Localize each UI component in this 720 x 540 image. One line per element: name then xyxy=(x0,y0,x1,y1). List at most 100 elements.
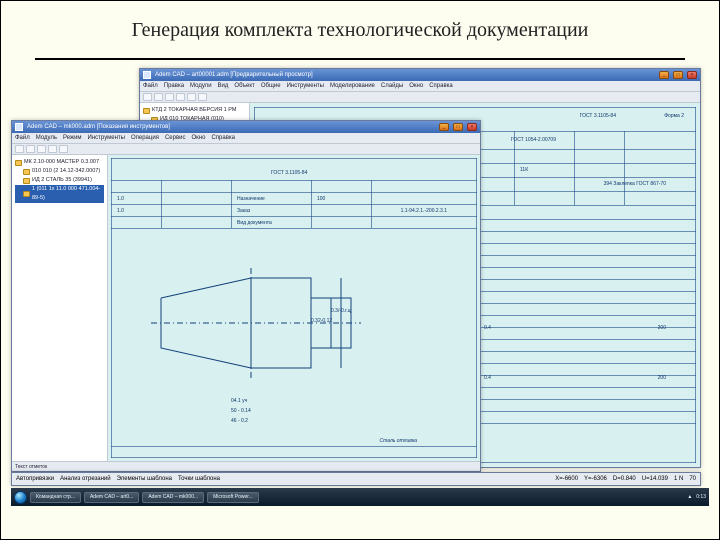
menubar[interactable]: Файл Модуль Режим Инструменты Операция С… xyxy=(12,133,480,144)
menu-item[interactable]: Окно xyxy=(409,83,423,89)
tool-button[interactable] xyxy=(26,145,35,153)
tree-node-selected[interactable]: 1 (011 1x 11.0 000 471.004-89-5) xyxy=(15,185,104,203)
cell: 1.1-94.2.1.-200.2.3.1 xyxy=(401,208,447,214)
menu-item[interactable]: Моделирование xyxy=(330,83,375,89)
cell: 11К xyxy=(520,167,528,173)
menu-item[interactable]: Справка xyxy=(429,83,453,89)
menu-item[interactable]: Файл xyxy=(143,83,158,89)
sheet-label: ГОСТ 3.1105-84 xyxy=(580,113,616,119)
tree-node[interactable]: ИД 2 СТАЛЬ 35 (39941) xyxy=(15,176,104,185)
dim: 50 - 0.14 xyxy=(231,408,251,414)
maximize-button[interactable]: □ xyxy=(453,123,463,131)
tool-button[interactable] xyxy=(15,145,24,153)
window-title: Adem CAD – mk000.adm [Показания инструме… xyxy=(27,124,170,130)
folder-icon xyxy=(15,160,22,166)
menu-item[interactable]: Слайды xyxy=(381,83,403,89)
menu-item[interactable]: Объект xyxy=(234,83,254,89)
menu-item[interactable]: Общие xyxy=(261,83,281,89)
tool-button[interactable] xyxy=(198,93,207,101)
start-orb[interactable] xyxy=(14,491,27,504)
option[interactable]: Анализ отрезаний xyxy=(60,476,111,482)
option[interactable]: Автопривязки xyxy=(16,476,54,482)
cell: ГОСТ 1054-2.00709 xyxy=(511,137,556,143)
window-front: Adem CAD – mk000.adm [Показания инструме… xyxy=(11,120,481,472)
tool-button[interactable] xyxy=(154,93,163,101)
menu-item[interactable]: Модули xyxy=(190,83,212,89)
app-icon xyxy=(143,71,151,79)
dim: 04.1 уч xyxy=(231,398,247,404)
system-tray[interactable]: ▲ 0:13 xyxy=(687,494,706,500)
task-button[interactable]: Командная стр... xyxy=(30,492,81,503)
tree-panel[interactable]: МК 2.10-000 МАСТЕР 0.3.007 010 010 (2 14… xyxy=(12,155,108,461)
menu-item[interactable]: Окно xyxy=(191,135,205,141)
tool-button[interactable] xyxy=(165,93,174,101)
folder-icon xyxy=(23,191,30,197)
menubar[interactable]: Файл Правка Модули Вид Объект Общие Инст… xyxy=(140,81,700,92)
toolbar xyxy=(12,144,480,155)
cell: 1.0 xyxy=(117,196,124,202)
bottom-option-bar: Автопривязки Анализ отрезаний Элементы ш… xyxy=(11,472,701,486)
cell: 1.0 xyxy=(117,208,124,214)
maximize-button[interactable]: □ xyxy=(673,71,683,79)
coord: 70 xyxy=(689,476,696,482)
tool-button[interactable] xyxy=(187,93,196,101)
cell: Вид документа xyxy=(237,220,272,226)
task-button[interactable]: Microsoft Power... xyxy=(207,492,259,503)
heading-rule xyxy=(35,58,685,60)
close-button[interactable]: × xyxy=(467,123,477,131)
tool-button[interactable] xyxy=(59,145,68,153)
menu-item[interactable]: Файл xyxy=(15,135,30,141)
option[interactable]: Элементы шаблона xyxy=(117,476,172,482)
coord: 1 N xyxy=(674,476,683,482)
menu-item[interactable]: Правка xyxy=(164,83,184,89)
menu-item[interactable]: Сервис xyxy=(165,135,186,141)
status-text: Текст отметок xyxy=(15,464,47,470)
option[interactable]: Точки шаблона xyxy=(178,476,220,482)
folder-icon xyxy=(23,178,30,184)
coord: X=-6600 xyxy=(555,476,578,482)
menu-item[interactable]: Модуль xyxy=(36,135,57,141)
cell: 0.4 xyxy=(484,325,491,331)
titlebar[interactable]: Adem CAD – mk000.adm [Показания инструме… xyxy=(12,121,480,133)
window-title: Adem CAD – art00001.adm [Предварительный… xyxy=(155,72,313,78)
part-drawing xyxy=(151,268,371,388)
page-title: Генерация комплекта технологической доку… xyxy=(1,1,719,52)
coord: Y=-6306 xyxy=(584,476,607,482)
task-button[interactable]: Adem CAD – art0... xyxy=(84,492,139,503)
menu-item[interactable]: Вид xyxy=(218,83,229,89)
folder-icon xyxy=(143,108,150,114)
statusbar: Текст отметок xyxy=(12,461,480,471)
drawing-canvas[interactable]: ГОСТ 3.1105-84 1.0 1.0 Назначение Заказ xyxy=(108,155,480,461)
sheet-label: Форма 2 xyxy=(664,113,684,119)
cell: 200 xyxy=(658,375,666,381)
cell: Заказ xyxy=(237,208,250,214)
tree-node[interactable]: 010 010 (2 14.12-342.0007) xyxy=(15,167,104,176)
menu-item[interactable]: Операция xyxy=(131,135,159,141)
tree-node[interactable]: КТД 2 ТОКАРНАЯ ВЕРСИЯ 1 РМ xyxy=(143,106,246,115)
titlebar[interactable]: Adem CAD – art00001.adm [Предварительный… xyxy=(140,69,700,81)
menu-item[interactable]: Режим xyxy=(63,135,82,141)
task-button[interactable]: Adem CAD – mk000... xyxy=(142,492,204,503)
toolbar xyxy=(140,92,700,103)
tree-node[interactable]: МК 2.10-000 МАСТЕР 0.3.007 xyxy=(15,158,104,167)
os-taskbar[interactable]: Командная стр... Adem CAD – art0... Adem… xyxy=(11,488,709,506)
minimize-button[interactable]: _ xyxy=(659,71,669,79)
cell: 394 Заклепка ГОСТ 867-70 xyxy=(604,181,666,187)
sheet-title: ГОСТ 3.1105-84 xyxy=(271,170,307,176)
dim: 0.32-0.12 xyxy=(311,318,332,324)
tray-icon[interactable]: ▲ xyxy=(687,494,692,500)
tool-button[interactable] xyxy=(48,145,57,153)
menu-item[interactable]: Инструменты xyxy=(88,135,125,141)
minimize-button[interactable]: _ xyxy=(439,123,449,131)
tool-button[interactable] xyxy=(37,145,46,153)
material-label: Сталь отливка xyxy=(380,438,417,444)
cell: 100 xyxy=(317,196,325,202)
screenshot-stack: Adem CAD – art00001.adm [Предварительный… xyxy=(11,68,709,508)
close-button[interactable]: × xyxy=(687,71,697,79)
menu-item[interactable]: Справка xyxy=(211,135,235,141)
menu-item[interactable]: Инструменты xyxy=(287,83,324,89)
app-icon xyxy=(15,123,23,131)
tool-button[interactable] xyxy=(176,93,185,101)
tool-button[interactable] xyxy=(143,93,152,101)
folder-icon xyxy=(23,169,30,175)
